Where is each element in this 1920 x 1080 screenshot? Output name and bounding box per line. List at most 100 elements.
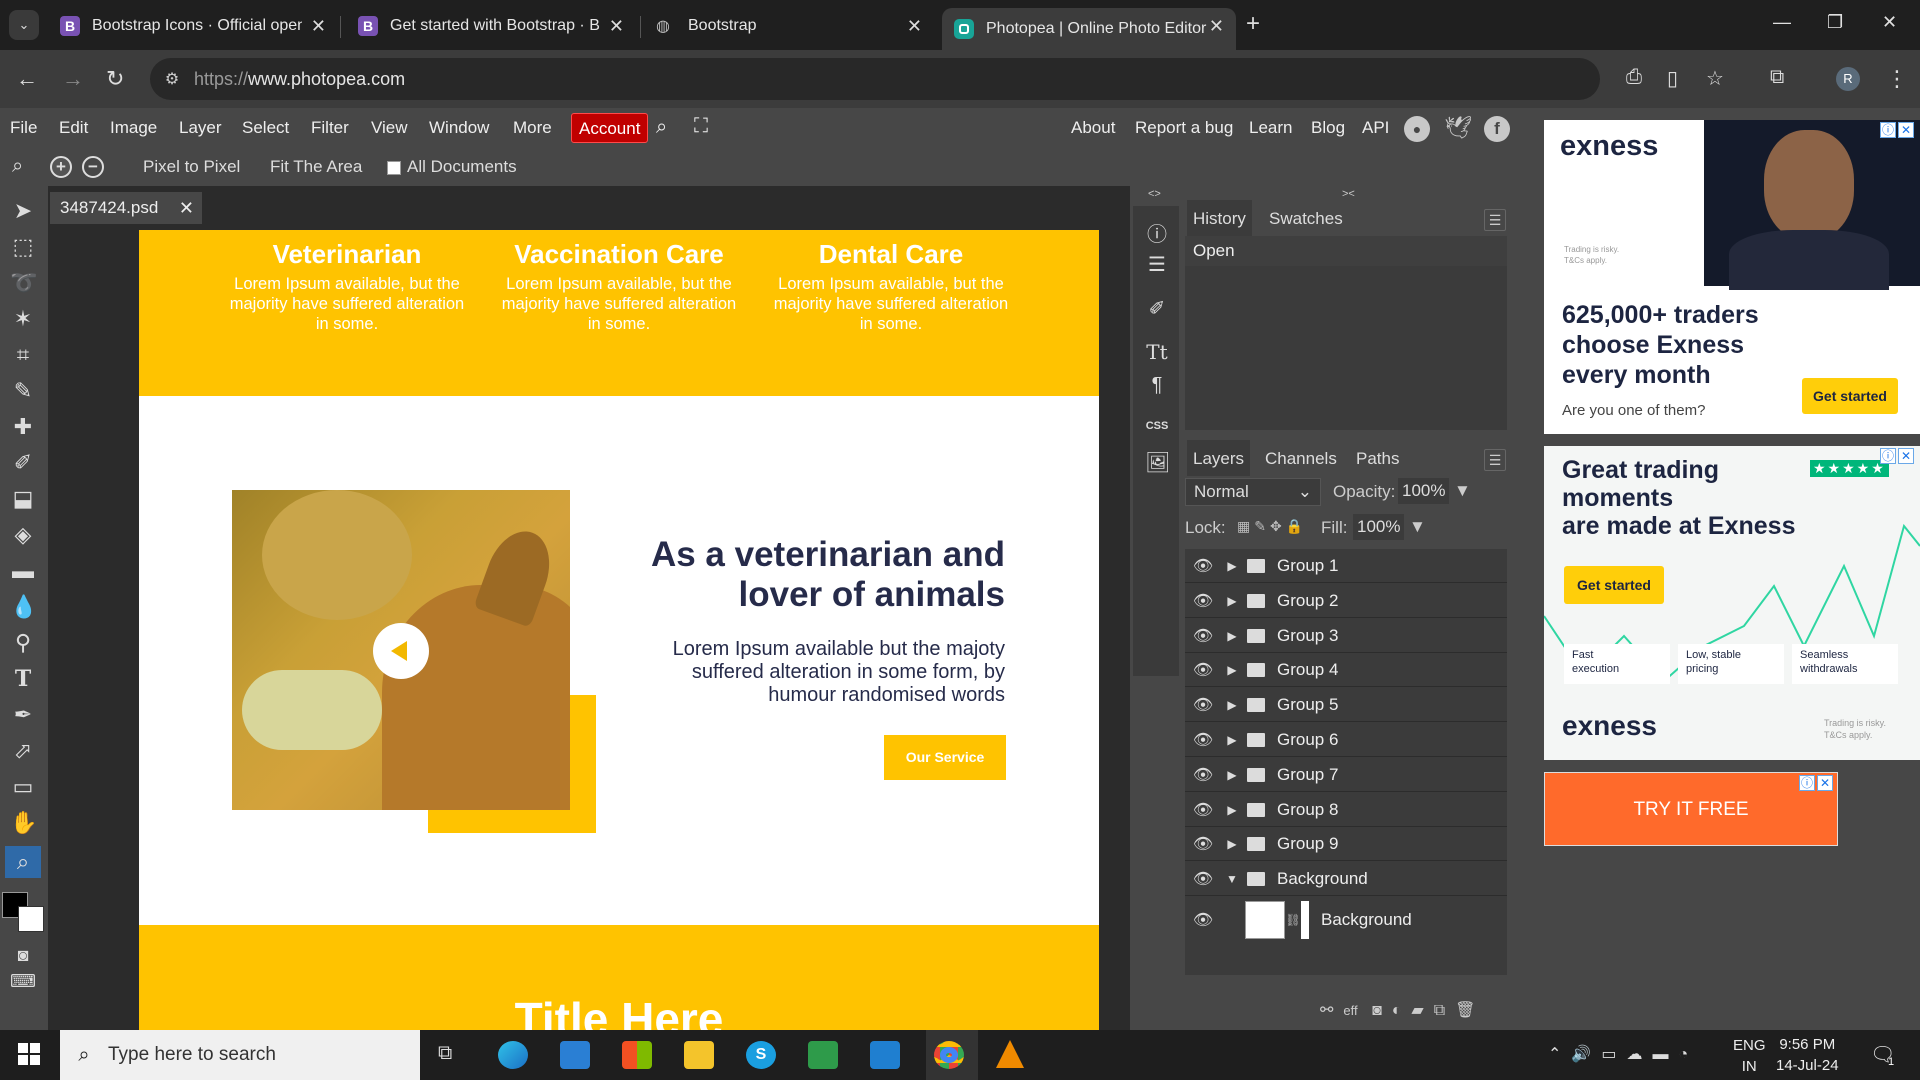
magic-wand-icon[interactable]: ✶	[10, 306, 36, 332]
menu-more[interactable]: More	[513, 118, 552, 138]
fit-area-button[interactable]: Fit The Area	[270, 157, 362, 177]
exness-ad-1[interactable]: exness Trading is risky. T&Cs apply. 625…	[1544, 120, 1920, 434]
fill-input[interactable]: 100%	[1353, 514, 1405, 540]
shape-tool-icon[interactable]: ▭	[10, 774, 36, 800]
document-tab[interactable]: 3487424.psd ✕	[50, 192, 202, 224]
account-button[interactable]: Account	[571, 113, 649, 143]
minimize-icon[interactable]: —	[1773, 12, 1791, 33]
blur-tool-icon[interactable]: 💧	[10, 594, 37, 620]
eye-icon[interactable]: 👁	[1185, 695, 1221, 715]
eye-icon[interactable]: 👁	[1185, 556, 1221, 576]
close-icon[interactable]: ✕	[609, 16, 624, 37]
layer-row[interactable]: 👁 ▶ Group 2	[1185, 584, 1507, 618]
opacity-dropdown-icon[interactable]: ▼	[1454, 481, 1471, 501]
eye-icon[interactable]: 👁	[1185, 660, 1221, 680]
close-icon[interactable]: ✕	[907, 16, 922, 37]
ad-close-icon[interactable]: ✕	[1817, 775, 1833, 791]
close-icon[interactable]: ✕	[311, 16, 326, 37]
tab-search-button[interactable]: ⌄	[9, 10, 39, 40]
eye-icon[interactable]: 👁	[1185, 869, 1221, 889]
move-tool-icon[interactable]: ➤	[10, 198, 36, 224]
keyboard-icon[interactable]: ⌨	[10, 968, 36, 994]
expand-icon[interactable]: ▶	[1221, 768, 1243, 782]
exness-ad-2[interactable]: Great trading moments are made at Exness…	[1544, 446, 1920, 760]
panel-menu-icon[interactable]: ☰	[1484, 449, 1506, 471]
windows-start-icon[interactable]	[18, 1043, 40, 1065]
zoom-in-icon[interactable]: +	[50, 156, 72, 178]
layer-row[interactable]: 👁 ▶ Group 4	[1185, 653, 1507, 687]
restore-icon[interactable]: ❐	[1827, 12, 1843, 33]
menu-view[interactable]: View	[371, 118, 408, 138]
expand-icon[interactable]: ▶	[1221, 733, 1243, 747]
vscode-icon[interactable]	[870, 1041, 900, 1069]
eye-icon[interactable]: 👁	[1185, 730, 1221, 750]
fill-dropdown-icon[interactable]: ▼	[1409, 517, 1426, 537]
chat-icon[interactable]	[808, 1041, 838, 1069]
bookmark-star-icon[interactable]: ☆	[1706, 66, 1724, 91]
forward-icon[interactable]: →	[62, 66, 84, 92]
mask-icon[interactable]: ◙	[1372, 1002, 1392, 1019]
blend-mode-select[interactable]: Normal ⌄	[1185, 478, 1321, 506]
eyedropper-icon[interactable]: ✎	[10, 378, 36, 404]
pen-tool-icon[interactable]: ✒	[10, 702, 36, 728]
tab-layers[interactable]: Layers	[1187, 440, 1251, 476]
hand-tool-icon[interactable]: ✋	[10, 810, 37, 836]
ad-info-icon[interactable]: ⓘ	[1880, 448, 1896, 464]
menu-image[interactable]: Image	[110, 118, 157, 138]
zoom-out-icon[interactable]: −	[82, 156, 104, 178]
reload-icon[interactable]: ↻	[106, 66, 124, 92]
site-info-icon[interactable]: ⚙	[150, 69, 194, 89]
eye-icon[interactable]: 👁	[1185, 800, 1221, 820]
collapse-panel-icon[interactable]: ><	[1342, 188, 1355, 200]
marquee-tool-icon[interactable]: ⬚	[10, 234, 36, 260]
brush-tool-icon[interactable]: ✐	[10, 450, 36, 476]
expand-icon[interactable]: ▶	[1221, 663, 1243, 677]
eraser-tool-icon[interactable]: ◈	[10, 522, 36, 548]
trash-icon[interactable]: 🗑	[1455, 1002, 1485, 1019]
link-learn[interactable]: Learn	[1249, 118, 1292, 138]
pixel-to-pixel-button[interactable]: Pixel to Pixel	[143, 157, 240, 177]
layer-row[interactable]: 👁 ▶ Group 9	[1185, 827, 1507, 861]
clock[interactable]: 9:56 PM 14-Jul-24	[1776, 1034, 1839, 1076]
expand-icon[interactable]: ▶	[1221, 698, 1243, 712]
layer-row[interactable]: 👁 ▶ Group 3	[1185, 619, 1507, 653]
chrome-icon[interactable]	[934, 1041, 964, 1069]
store-icon[interactable]	[622, 1041, 652, 1069]
menu-select[interactable]: Select	[242, 118, 289, 138]
gradient-tool-icon[interactable]: ▬	[10, 558, 36, 584]
get-started-button[interactable]: Get started	[1564, 566, 1664, 604]
layer-row[interactable]: 👁 ▶ Group 7	[1185, 758, 1507, 792]
path-select-icon[interactable]: ⬀	[10, 738, 36, 764]
edge-icon[interactable]	[498, 1041, 528, 1069]
stamp-tool-icon[interactable]: ⬓	[10, 486, 36, 512]
vlc-icon[interactable]	[996, 1040, 1024, 1068]
background-color[interactable]	[18, 906, 44, 932]
adjustment-layer-icon[interactable]: ◐	[1392, 1002, 1412, 1019]
image-icon[interactable]: 🖼	[1145, 450, 1170, 475]
layer-row[interactable]: 👁 ▶ Group 6	[1185, 723, 1507, 757]
layer-row-background[interactable]: 👁 ⛓ Background	[1185, 897, 1507, 943]
link-about[interactable]: About	[1071, 118, 1115, 138]
layer-row[interactable]: 👁 ▶ Group 1	[1185, 549, 1507, 583]
layer-row[interactable]: 👁 ▶ Group 8	[1185, 793, 1507, 827]
new-layer-icon[interactable]: ⧉	[1434, 1002, 1455, 1019]
link-report-bug[interactable]: Report a bug	[1135, 118, 1233, 138]
browser-tab-bootstrap-icons[interactable]: B Bootstrap Icons · Official open s ✕	[48, 8, 338, 44]
healing-brush-icon[interactable]: ✚	[10, 414, 36, 440]
task-view-icon[interactable]: ⧉	[438, 1042, 452, 1065]
menu-window[interactable]: Window	[429, 118, 489, 138]
mail-icon[interactable]	[560, 1041, 590, 1069]
ad-close-icon[interactable]: ✕	[1898, 448, 1914, 464]
eye-icon[interactable]: 👁	[1185, 834, 1221, 854]
type-tool-icon[interactable]: T	[10, 666, 36, 692]
browser-tab-bootstrap[interactable]: ◍ Bootstrap ✕	[644, 8, 934, 44]
expand-icon[interactable]: ▶	[1221, 803, 1243, 817]
dodge-tool-icon[interactable]: ⚲	[10, 630, 36, 656]
tab-paths[interactable]: Paths	[1356, 449, 1399, 469]
try-it-free-ad[interactable]: TRY IT FREE ⓘ ✕	[1544, 772, 1838, 846]
new-tab-button[interactable]: +	[1246, 10, 1260, 38]
brush-settings-icon[interactable]: ✐	[1145, 296, 1169, 321]
crop-tool-icon[interactable]: ⌗	[10, 342, 36, 368]
ad-info-icon[interactable]: ⓘ	[1799, 775, 1815, 791]
menu-edit[interactable]: Edit	[59, 118, 88, 138]
